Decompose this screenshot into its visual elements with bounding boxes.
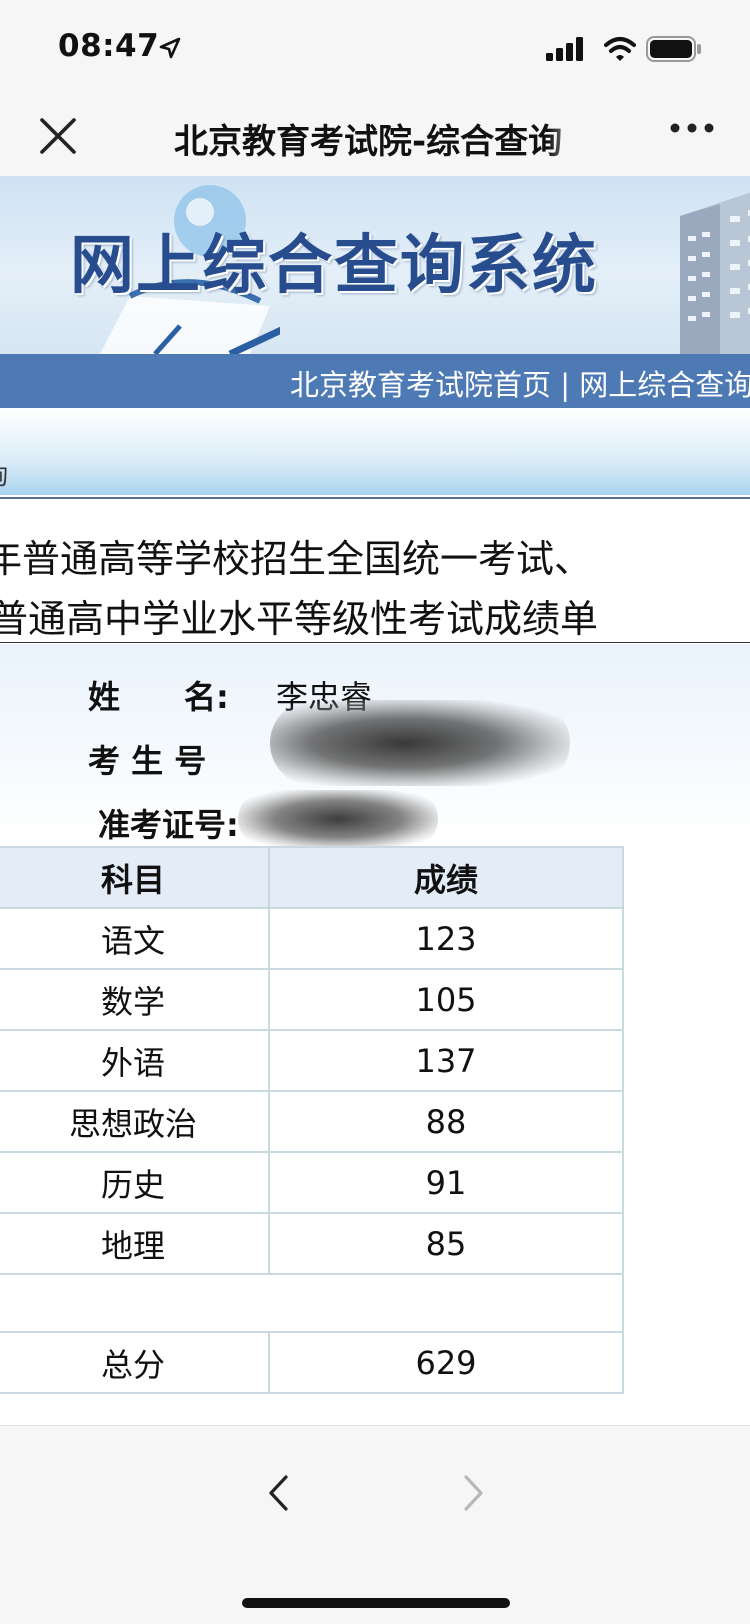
banner-title: 网上综合查询系统	[70, 229, 598, 303]
subject-cell: 思想政治	[0, 1090, 270, 1153]
header-subject: 科目	[0, 846, 270, 909]
subject-cell: 历史	[0, 1151, 270, 1214]
header-score: 成绩	[268, 846, 624, 909]
status-time: 08:47	[58, 28, 160, 64]
browser-nav-bar: 北京教育考试院-综合查询	[0, 100, 750, 176]
home-indicator	[242, 1598, 510, 1608]
building-icon	[680, 192, 750, 354]
signal-icon	[546, 37, 583, 61]
table-row: 语文 123	[0, 907, 624, 970]
redaction-smudge	[270, 700, 570, 786]
score-cell: 123	[268, 907, 624, 970]
close-icon[interactable]	[38, 116, 78, 156]
report-heading-line-2: 普通高中学业水平等级性考试成绩单	[0, 597, 599, 641]
site-banner: 网上综合查询系统	[0, 176, 750, 354]
status-bar: 08:47	[0, 0, 750, 100]
table-row: 历史 91	[0, 1151, 624, 1214]
subject-cell: 数学	[0, 968, 270, 1031]
table-row: 思想政治 88	[0, 1090, 624, 1153]
more-icon[interactable]	[670, 122, 714, 134]
breadcrumb: 询	[0, 456, 8, 491]
blank-cell	[0, 1273, 624, 1333]
forward-icon	[464, 1475, 483, 1511]
score-cell: 91	[268, 1151, 624, 1214]
exam-number-label: 考 生 号	[88, 742, 207, 780]
score-cell: 137	[268, 1029, 624, 1092]
redaction-smudge	[238, 790, 438, 848]
header-links[interactable]: 北京教育考试院首页 | 网上综合查询	[290, 362, 750, 404]
table-total-row: 总分 629	[0, 1331, 624, 1394]
location-arrow-icon	[159, 37, 181, 59]
score-table: 科目 成绩 语文 123 数学 105 外语 137 思想政治 88 历史 91…	[0, 846, 624, 1394]
report-heading-line-1: 年普通高等学校招生全国统一考试、	[0, 537, 593, 581]
divider	[0, 642, 750, 643]
name-label: 姓 名:	[88, 678, 229, 716]
back-icon[interactable]	[266, 1474, 290, 1512]
score-cell: 105	[268, 968, 624, 1031]
wifi-icon	[604, 37, 636, 61]
total-label-cell: 总分	[0, 1331, 270, 1394]
battery-icon	[646, 36, 701, 62]
page-title: 北京教育考试院-综合查询	[174, 122, 563, 158]
title-fade	[548, 112, 588, 162]
total-score-cell: 629	[268, 1331, 624, 1394]
header-link-bar: 北京教育考试院首页 | 网上综合查询	[0, 354, 750, 408]
admission-number-label: 准考证号:	[98, 806, 239, 844]
divider	[0, 497, 750, 499]
score-cell: 85	[268, 1212, 624, 1275]
subject-cell: 语文	[0, 907, 270, 970]
subject-cell: 地理	[0, 1212, 270, 1275]
subject-cell: 外语	[0, 1029, 270, 1092]
table-header-row: 科目 成绩	[0, 846, 624, 909]
browser-bottom-bar	[0, 1425, 750, 1624]
table-blank-row	[0, 1273, 624, 1333]
score-cell: 88	[268, 1090, 624, 1153]
table-row: 地理 85	[0, 1212, 624, 1275]
table-row: 数学 105	[0, 968, 624, 1031]
breadcrumb-strip: 询	[0, 408, 750, 495]
table-row: 外语 137	[0, 1029, 624, 1092]
